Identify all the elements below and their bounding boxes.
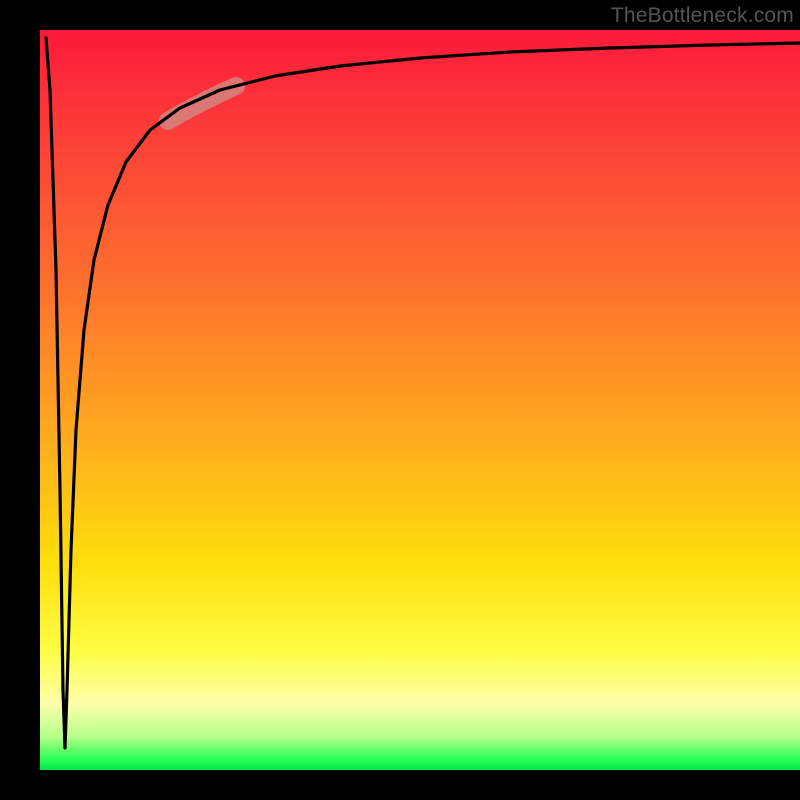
chart-frame: TheBottleneck.com	[0, 0, 800, 800]
bottleneck-curve	[46, 38, 800, 748]
watermark-text: TheBottleneck.com	[611, 4, 794, 28]
curve-layer	[40, 30, 800, 770]
plot-area	[40, 30, 800, 770]
highlight-segment	[168, 86, 236, 121]
